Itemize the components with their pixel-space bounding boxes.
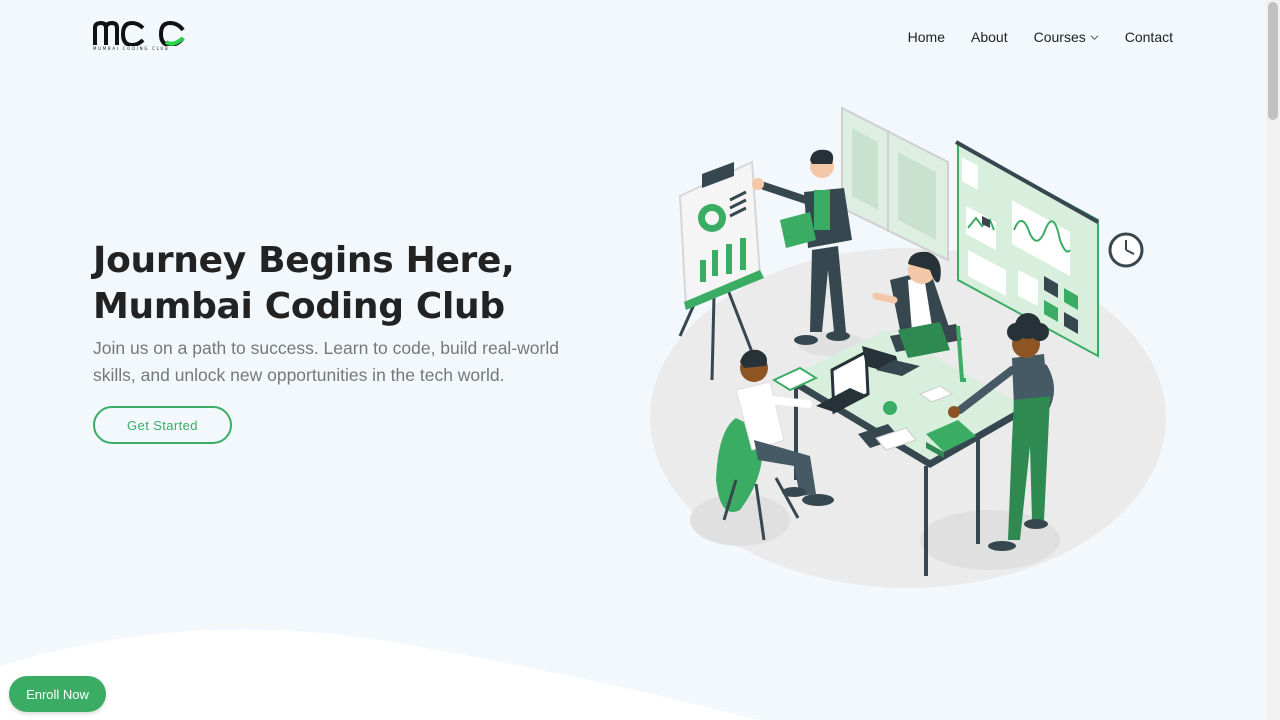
scrollbar-thumb[interactable]: [1268, 2, 1278, 120]
nav-courses-label: Courses: [1033, 29, 1086, 45]
nav-courses[interactable]: Courses: [1008, 28, 1099, 46]
nav-about[interactable]: About: [945, 28, 1008, 46]
nav-home[interactable]: Home: [882, 28, 945, 46]
hero-title-line-2: Mumbai Coding Club: [93, 286, 505, 327]
nav-contact[interactable]: Contact: [1099, 28, 1173, 46]
logo-mark-icon: [93, 20, 185, 46]
hero-title: Journey Begins Here, Mumbai Coding Club: [93, 238, 633, 330]
nav-contact-label: Contact: [1124, 29, 1173, 45]
nav-about-label: About: [971, 29, 1008, 45]
get-started-button[interactable]: Get Started: [93, 406, 232, 444]
team-meeting-illustration: [650, 106, 1166, 588]
logo-subtext: MUMBAI CODING CLUB: [93, 46, 170, 51]
bottom-wave-decoration: [0, 629, 760, 720]
hero-title-line-1: Journey Begins Here,: [93, 240, 515, 281]
page: MUMBAI CODING CLUB Home About Courses Co…: [0, 0, 1266, 720]
page-scrollbar[interactable]: [1266, 0, 1280, 720]
main-nav: Home About Courses Contact: [882, 28, 1173, 46]
hero-subtitle: Join us on a path to success. Learn to c…: [93, 338, 559, 385]
nav-home-label: Home: [907, 29, 946, 45]
site-logo[interactable]: MUMBAI CODING CLUB: [93, 20, 187, 54]
chevron-down-icon: [1090, 34, 1099, 40]
enroll-now-button[interactable]: Enroll Now: [9, 676, 106, 712]
